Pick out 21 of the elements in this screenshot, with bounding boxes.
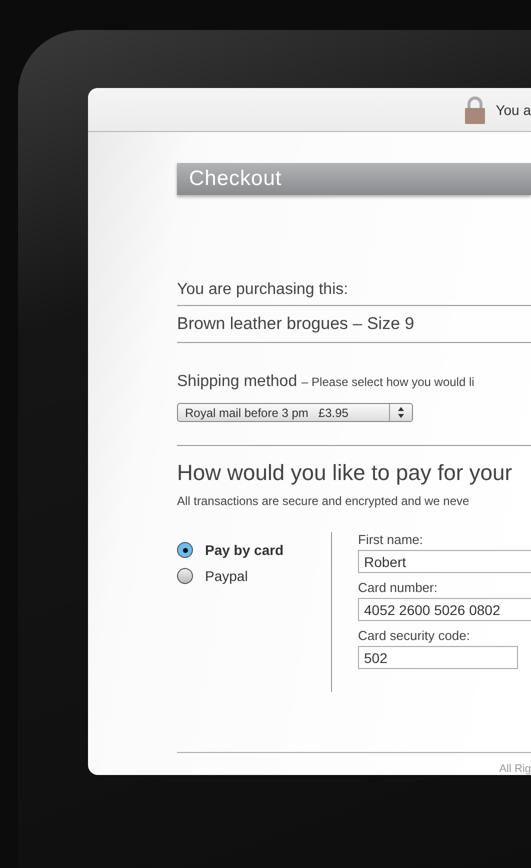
field-label: First name: xyxy=(358,532,424,547)
input-field[interactable]: Robert xyxy=(358,550,531,573)
radio-button[interactable] xyxy=(177,568,193,584)
payment-option[interactable]: Paypal xyxy=(177,568,331,584)
product-name: Brown leather brogues – Size 9 xyxy=(177,314,416,334)
page-title: Checkout xyxy=(177,163,531,195)
shipping-select[interactable]: Royal mail before 3 pm £3.95 xyxy=(177,403,413,422)
input-field[interactable]: 502 xyxy=(358,646,518,669)
security-note: All transactions are secure and encrypted and we neve xyxy=(177,494,470,508)
payment-heading: How would you like to pay for your xyxy=(177,460,514,486)
copyright-text: All Rig xyxy=(499,763,531,775)
field-label: Card number: xyxy=(358,580,438,595)
stepper-icon xyxy=(398,407,404,418)
purchase-label: You are purchasing this: xyxy=(177,281,350,299)
shipping-label: Shipping method – Please select how you would li xyxy=(177,373,476,391)
payment-option[interactable]: Pay by card xyxy=(177,542,331,558)
padlock-icon xyxy=(464,96,486,124)
secure-note: You a xyxy=(496,102,531,118)
input-field[interactable]: 4052 2600 5026 0802 xyxy=(358,598,531,621)
radio-button[interactable] xyxy=(177,542,193,558)
field-label: Card security code: xyxy=(358,628,471,643)
